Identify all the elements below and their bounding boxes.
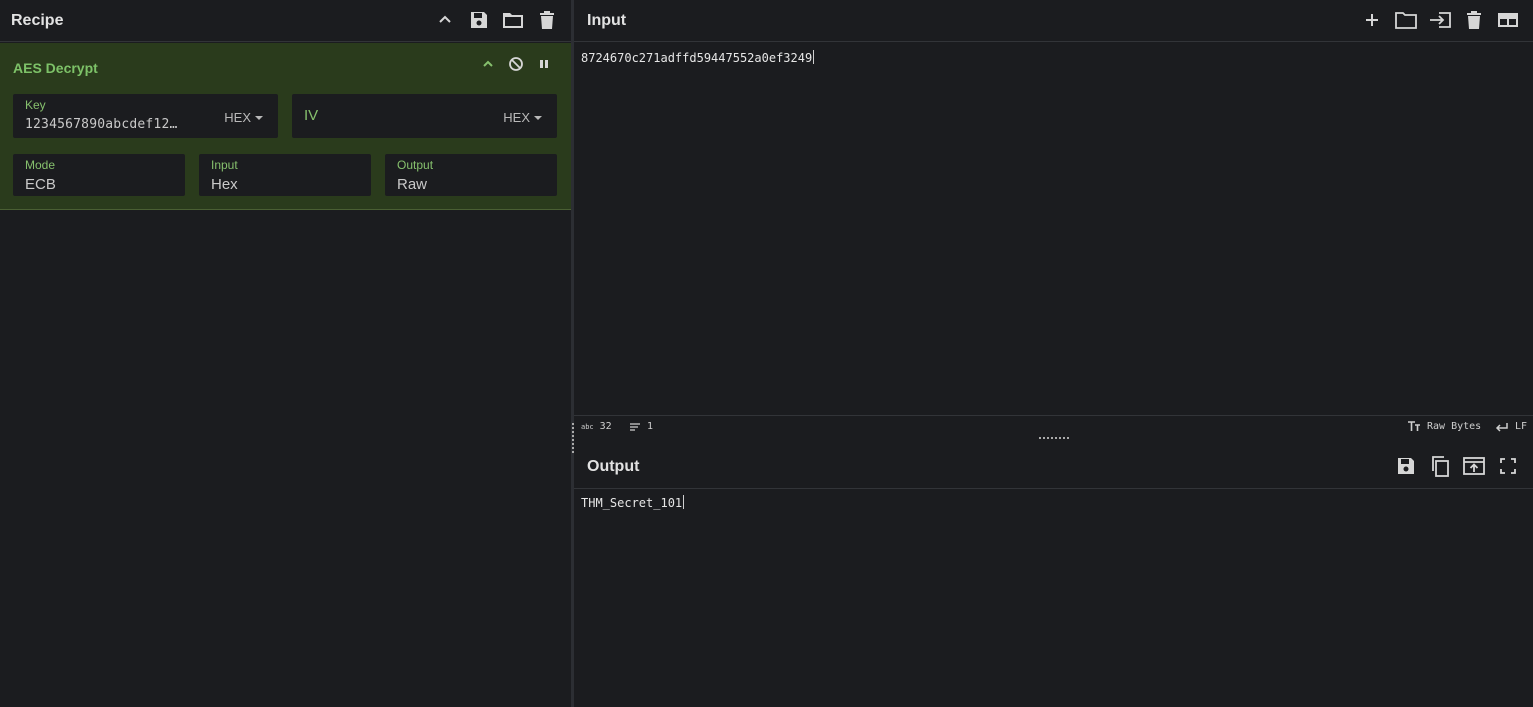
disable-icon[interactable]: [507, 55, 525, 73]
layout-icon[interactable]: [1496, 8, 1520, 32]
output-panel: Output THM_Secret_101: [574, 444, 1533, 707]
output-text: THM_Secret_101: [581, 496, 683, 510]
length-stat: abc 32: [581, 421, 612, 432]
input-text-area[interactable]: 8724670c271adffd59447552a0ef3249: [581, 50, 815, 65]
encoding-label: Raw Bytes: [1427, 421, 1482, 432]
input-format-value: Hex: [211, 176, 238, 193]
mode-select[interactable]: Mode ECB: [13, 154, 185, 196]
text-cursor: [813, 50, 815, 64]
iv-format-label: HEX: [503, 110, 530, 125]
collapse-icon[interactable]: [479, 55, 497, 73]
recipe-title: Recipe: [11, 12, 64, 29]
key-value[interactable]: 1234567890abcdef12…: [25, 117, 178, 132]
output-text-area[interactable]: THM_Secret_101: [581, 495, 685, 510]
operation-title: AES Decrypt: [13, 60, 98, 76]
operation-controls: [479, 55, 553, 73]
recipe-panel: Recipe AES Decrypt Key 1234567890abcdef1…: [0, 0, 571, 707]
input-text: 8724670c271adffd59447552a0ef3249: [581, 51, 813, 65]
output-header: Output: [574, 444, 1533, 489]
input-header: Input: [574, 0, 1533, 42]
clear-input-icon[interactable]: [1462, 8, 1486, 32]
output-title: Output: [587, 458, 640, 475]
caret-down-icon: [255, 115, 263, 120]
lines-value: 1: [647, 421, 654, 432]
output-toolbar: [1394, 454, 1520, 478]
aes-decrypt-operation: AES Decrypt Key 1234567890abcdef12… HEX …: [0, 43, 571, 210]
iv-format-dropdown[interactable]: HEX: [503, 110, 542, 125]
trash-icon[interactable]: [535, 8, 559, 32]
mode-label: Mode: [25, 158, 56, 172]
text-cursor: [683, 495, 685, 509]
input-status-bar: abc 32 1 Raw Bytes LF: [574, 415, 1533, 438]
lines-icon: [629, 422, 641, 432]
folder-icon[interactable]: [501, 8, 525, 32]
horizontal-resize-handle[interactable]: [1039, 437, 1069, 439]
caret-down-icon: [534, 115, 542, 120]
recipe-toolbar: [433, 8, 559, 32]
output-format-value: Raw: [397, 176, 428, 193]
input-format-label: Input: [211, 158, 238, 172]
lines-stat: 1: [629, 421, 653, 432]
save-output-icon[interactable]: [1394, 454, 1418, 478]
input-title: Input: [587, 12, 627, 29]
eol-selector[interactable]: LF: [1495, 421, 1527, 432]
add-icon[interactable]: [1360, 8, 1384, 32]
encoding-selector[interactable]: Raw Bytes: [1407, 421, 1481, 432]
output-format-label: Output: [397, 158, 434, 172]
key-label: Key: [25, 98, 46, 112]
key-field[interactable]: Key 1234567890abcdef12… HEX: [13, 94, 278, 138]
key-format-label: HEX: [224, 110, 251, 125]
key-format-dropdown[interactable]: HEX: [224, 110, 263, 125]
input-toolbar: [1360, 8, 1520, 32]
iv-field[interactable]: IV HEX: [292, 94, 557, 138]
input-panel: Input 8724670c271adffd59447552a0ef3249: [574, 0, 1533, 415]
copy-icon[interactable]: [1428, 454, 1452, 478]
recipe-header: Recipe: [0, 0, 571, 42]
input-format-select[interactable]: Input Hex: [199, 154, 371, 196]
maximise-icon[interactable]: [1496, 454, 1520, 478]
chevron-up-icon[interactable]: [433, 8, 457, 32]
replace-input-icon[interactable]: [1462, 454, 1486, 478]
input-file-icon[interactable]: [1428, 8, 1452, 32]
open-folder-icon[interactable]: [1394, 8, 1418, 32]
length-value: 32: [599, 421, 612, 432]
output-format-select[interactable]: Output Raw: [385, 154, 557, 196]
pause-icon[interactable]: [535, 55, 553, 73]
save-icon[interactable]: [467, 8, 491, 32]
text-size-icon: [1407, 421, 1421, 432]
return-icon: [1495, 422, 1509, 432]
eol-label: LF: [1515, 421, 1528, 432]
iv-placeholder: IV: [304, 107, 319, 124]
abc-icon: abc: [581, 422, 594, 431]
mode-value: ECB: [25, 176, 56, 193]
